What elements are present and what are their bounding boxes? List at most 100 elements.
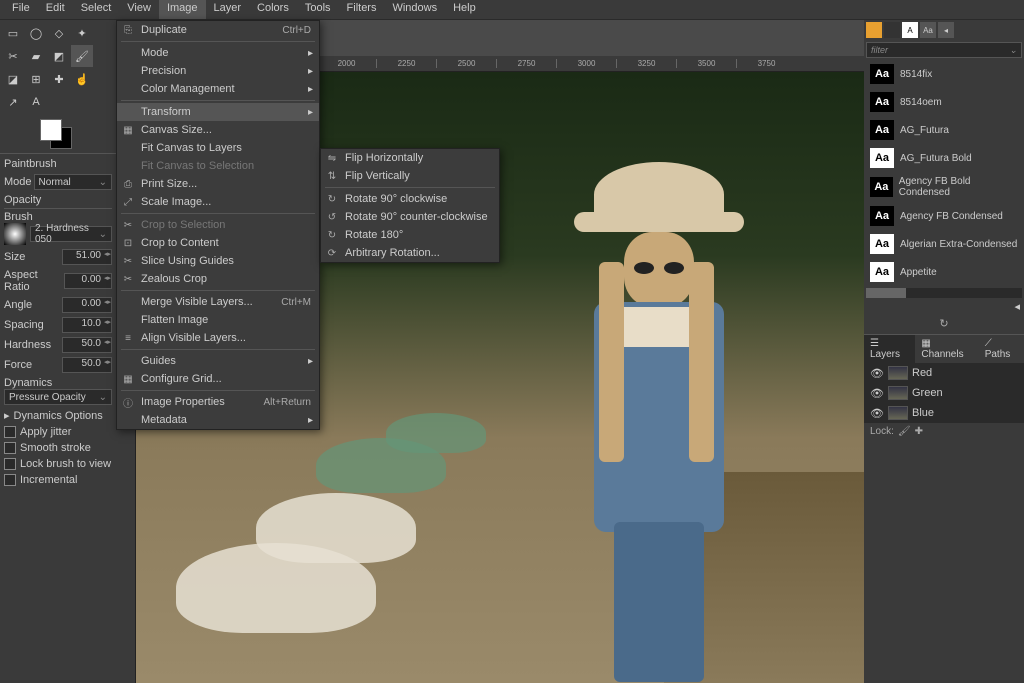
menu-item-transform[interactable]: Transform bbox=[117, 103, 319, 121]
tab-layers[interactable]: ☰ Layers bbox=[864, 335, 915, 363]
menu-help[interactable]: Help bbox=[445, 0, 484, 19]
menu-colors[interactable]: Colors bbox=[249, 0, 297, 19]
menu-item-crop-to-content[interactable]: ⊡Crop to Content bbox=[117, 234, 319, 252]
layer-green[interactable]: 👁Green bbox=[864, 383, 1024, 403]
menu-filters[interactable]: Filters bbox=[339, 0, 385, 19]
menu-item-guides[interactable]: Guides bbox=[117, 352, 319, 370]
dynamics-options-expand[interactable]: ▸Dynamics Options bbox=[4, 407, 112, 424]
aspect-spinner[interactable]: 0.00 bbox=[64, 273, 112, 289]
menu-item-image-properties[interactable]: ⓘImage PropertiesAlt+Return bbox=[117, 393, 319, 411]
fg-color[interactable] bbox=[40, 119, 62, 141]
font-item-8514oem[interactable]: Aa8514oem bbox=[864, 88, 1024, 116]
aspect-label: Aspect Ratio bbox=[4, 269, 62, 293]
dynamics-combo[interactable]: Pressure Opacity bbox=[4, 389, 112, 405]
menu-item-flatten-image[interactable]: Flatten Image bbox=[117, 311, 319, 329]
menu-item-zealous-crop[interactable]: ✂Zealous Crop bbox=[117, 270, 319, 288]
tab-paths[interactable]: ⟋ Paths bbox=[979, 335, 1024, 363]
mode-combo[interactable]: Normal bbox=[34, 174, 112, 190]
plus-icon: ▸ bbox=[4, 409, 10, 422]
menu-edit[interactable]: Edit bbox=[38, 0, 73, 19]
layer-red[interactable]: 👁Red bbox=[864, 363, 1024, 383]
refresh-icon[interactable]: ↻ bbox=[939, 318, 948, 330]
font-item-agency-fb-condensed[interactable]: AaAgency FB Condensed bbox=[864, 202, 1024, 230]
brush-thumb[interactable] bbox=[4, 223, 26, 245]
font-item-agency-fb-bold-condensed[interactable]: AaAgency FB Bold Condensed bbox=[864, 172, 1024, 202]
menu-image[interactable]: Image bbox=[159, 0, 206, 19]
submenu-item-flip-horizontally[interactable]: ⇋Flip Horizontally bbox=[321, 149, 499, 167]
measure-tool[interactable]: ↗ bbox=[2, 91, 24, 113]
lock-brush-checkbox[interactable] bbox=[4, 458, 16, 470]
menu-item-mode[interactable]: Mode bbox=[117, 44, 319, 62]
font-tab-2[interactable] bbox=[884, 22, 900, 38]
menu-tools[interactable]: Tools bbox=[297, 0, 339, 19]
font-item-algerian-extra-condensed[interactable]: AaAlgerian Extra-Condensed bbox=[864, 230, 1024, 258]
font-tab-4[interactable]: Aa bbox=[920, 22, 936, 38]
lock-paint-icon[interactable]: 🖌 bbox=[898, 426, 911, 437]
visibility-icon[interactable]: 👁 bbox=[870, 367, 884, 380]
menu-item-precision[interactable]: Precision bbox=[117, 62, 319, 80]
submenu-item-flip-vertically[interactable]: ⇅Flip Vertically bbox=[321, 167, 499, 185]
ellipse-select-tool[interactable]: ◯ bbox=[25, 22, 47, 44]
clone-tool[interactable]: ⊞ bbox=[25, 68, 47, 90]
angle-spinner[interactable]: 0.00 bbox=[62, 297, 112, 313]
smooth-checkbox[interactable] bbox=[4, 442, 16, 454]
rect-select-tool[interactable]: ▭ bbox=[2, 22, 24, 44]
submenu-item-rotate-90-counter-clockwise[interactable]: ↺Rotate 90° counter-clockwise bbox=[321, 208, 499, 226]
arrow-left-icon[interactable]: ◂ bbox=[938, 22, 954, 38]
hardness-spinner[interactable]: 50.0 bbox=[62, 337, 112, 353]
visibility-icon[interactable]: 👁 bbox=[870, 387, 884, 400]
lock-alpha-icon[interactable]: ✚ bbox=[915, 426, 923, 437]
menu-item-align-visible-layers-[interactable]: ≡Align Visible Layers... bbox=[117, 329, 319, 347]
menu-item-configure-grid-[interactable]: ▦Configure Grid... bbox=[117, 370, 319, 388]
size-spinner[interactable]: 51.00 bbox=[62, 249, 112, 265]
text-tool[interactable]: A bbox=[25, 91, 47, 113]
visibility-icon[interactable]: 👁 bbox=[870, 407, 884, 420]
font-item-8514fix[interactable]: Aa8514fix bbox=[864, 60, 1024, 88]
menu-layer[interactable]: Layer bbox=[206, 0, 250, 19]
gradient-tool[interactable]: ◩ bbox=[48, 45, 70, 67]
heal-tool[interactable]: ✚ bbox=[48, 68, 70, 90]
tab-channels[interactable]: ▦ Channels bbox=[915, 335, 978, 363]
font-item-appetite[interactable]: AaAppetite bbox=[864, 258, 1024, 286]
submenu-item-arbitrary-rotation-[interactable]: ⟳Arbitrary Rotation... bbox=[321, 244, 499, 262]
force-spinner[interactable]: 50.0 bbox=[62, 357, 112, 373]
fuzzy-select-tool[interactable]: ✦ bbox=[71, 22, 93, 44]
bucket-tool[interactable]: ▰ bbox=[25, 45, 47, 67]
menu-select[interactable]: Select bbox=[73, 0, 120, 19]
layer-blue[interactable]: 👁Blue bbox=[864, 403, 1024, 423]
layer-list: 👁Red👁Green👁Blue bbox=[864, 363, 1024, 423]
brush-combo[interactable]: 2. Hardness 050 bbox=[30, 226, 112, 242]
submenu-item-rotate-90-clockwise[interactable]: ↻Rotate 90° clockwise bbox=[321, 190, 499, 208]
font-tab-1[interactable] bbox=[866, 22, 882, 38]
menu-item-color-management[interactable]: Color Management bbox=[117, 80, 319, 98]
menu-item-print-size-[interactable]: ⎙Print Size... bbox=[117, 175, 319, 193]
eraser-tool[interactable]: ◪ bbox=[2, 68, 24, 90]
menu-item-duplicate[interactable]: ⎘DuplicateCtrl+D bbox=[117, 21, 319, 39]
menu-windows[interactable]: Windows bbox=[384, 0, 445, 19]
paintbrush-tool[interactable]: 🖌 bbox=[71, 45, 93, 67]
menu-item-metadata[interactable]: Metadata bbox=[117, 411, 319, 429]
menu-file[interactable]: File bbox=[4, 0, 38, 19]
menu-view[interactable]: View bbox=[119, 0, 159, 19]
font-filter-input[interactable]: filter⌄ bbox=[866, 42, 1022, 58]
toolbox: ▭ ◯ ◇ ✦ ✂ ▰ ◩ 🖌 ◪ ⊞ ✚ ☝ ↗ A bbox=[0, 20, 116, 115]
submenu-item-rotate-180-[interactable]: ↻Rotate 180° bbox=[321, 226, 499, 244]
menu-icon[interactable]: ◂ bbox=[1014, 301, 1020, 313]
font-item-ag-futura[interactable]: AaAG_Futura bbox=[864, 116, 1024, 144]
menu-item-fit-canvas-to-layers[interactable]: Fit Canvas to Layers bbox=[117, 139, 319, 157]
menu-item-scale-image-[interactable]: ⤢Scale Image... bbox=[117, 193, 319, 211]
size-label: Size bbox=[4, 251, 25, 263]
menu-item-slice-using-guides[interactable]: ✂Slice Using Guides bbox=[117, 252, 319, 270]
menu-item-merge-visible-layers-[interactable]: Merge Visible Layers...Ctrl+M bbox=[117, 293, 319, 311]
menu-item-canvas-size-[interactable]: ▦Canvas Size... bbox=[117, 121, 319, 139]
spacing-spinner[interactable]: 10.0 bbox=[62, 317, 112, 333]
free-select-tool[interactable]: ◇ bbox=[48, 22, 70, 44]
image-menu: ⎘DuplicateCtrl+D ModePrecisionColor Manag… bbox=[116, 20, 320, 430]
scissors-tool[interactable]: ✂ bbox=[2, 45, 24, 67]
font-item-ag-futura-bold[interactable]: AaAG_Futura Bold bbox=[864, 144, 1024, 172]
jitter-checkbox[interactable] bbox=[4, 426, 16, 438]
font-scrollbar[interactable] bbox=[866, 288, 1022, 298]
incremental-checkbox[interactable] bbox=[4, 474, 16, 486]
font-tab-3[interactable]: A bbox=[902, 22, 918, 38]
smudge-tool[interactable]: ☝ bbox=[71, 68, 93, 90]
